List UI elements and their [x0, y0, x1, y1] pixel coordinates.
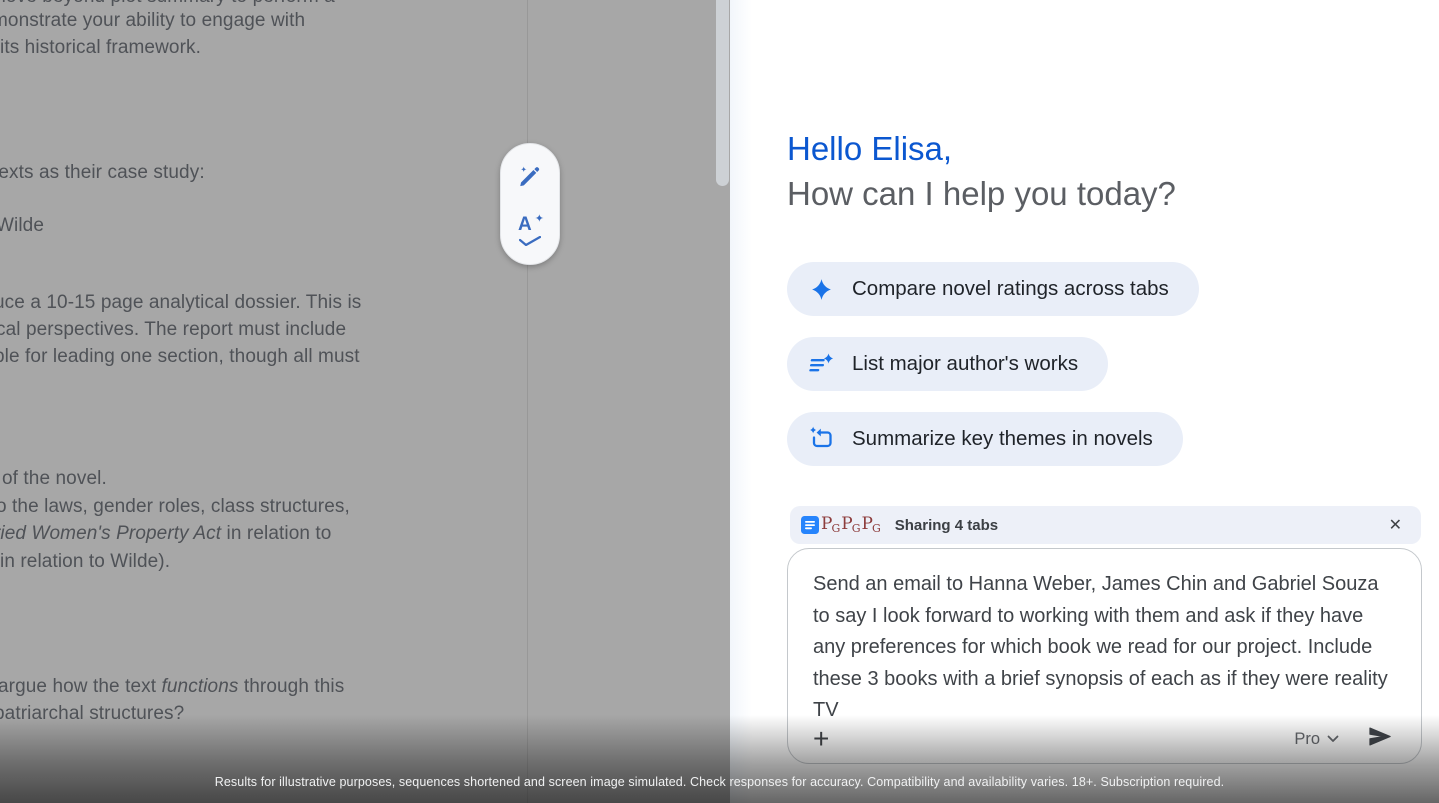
chip-list-author-works[interactable]: List major author's works — [787, 337, 1108, 391]
document-text: in relation to — [221, 523, 331, 544]
disclaimer-text: Results for illustrative purposes, seque… — [0, 775, 1439, 789]
help-me-write-button[interactable] — [513, 161, 547, 195]
document-text-line: cal perspectives. The report must includ… — [0, 319, 346, 341]
sparkle-glyph: ✦ — [535, 212, 544, 225]
model-label: Pro — [1294, 730, 1320, 749]
greeting: Hello Elisa, How can I help you today? — [787, 126, 1176, 216]
scrollbar-thumb[interactable] — [716, 0, 729, 186]
document-text-line: patriarchal structures? — [0, 703, 184, 725]
shared-tab-favicons: PG PG PG — [801, 516, 882, 534]
sharing-tabs-bar: PG PG PG Sharing 4 tabs ✕ — [790, 506, 1421, 544]
proofread-button[interactable]: A ✦ — [513, 213, 547, 247]
chip-label: Summarize key themes in novels — [852, 427, 1153, 451]
greeting-question: How can I help you today? — [787, 171, 1176, 216]
document-text-line: Wilde — [0, 215, 44, 237]
prompt-actions: + Pro — [813, 723, 1393, 755]
chip-compare-novel-ratings[interactable]: Compare novel ratings across tabs — [787, 262, 1199, 316]
chip-label: List major author's works — [852, 352, 1078, 376]
add-attachment-button[interactable]: + — [813, 725, 829, 753]
send-icon — [1366, 723, 1393, 755]
chip-label: Compare novel ratings across tabs — [852, 277, 1169, 301]
pencil-sparkle-icon — [517, 163, 543, 194]
project-gutenberg-favicon: PG — [841, 516, 860, 534]
send-button[interactable] — [1366, 723, 1393, 755]
document-text-line: in relation to Wilde). — [0, 551, 170, 573]
document-text-line: texts as their case study: — [0, 162, 205, 184]
sharing-tabs-label: Sharing 4 tabs — [895, 517, 998, 534]
proofread-icon: A ✦ — [517, 217, 543, 243]
proofread-letter: A — [518, 214, 532, 236]
document-text-line: ried Women's Property Act in relation to — [0, 523, 331, 545]
document-text-line: ble for leading one section, though all … — [0, 346, 360, 368]
recap-sparkle-icon — [808, 426, 835, 453]
project-gutenberg-favicon: PG — [862, 516, 881, 534]
suggestion-chips: Compare novel ratings across tabs List m… — [787, 262, 1199, 487]
prompt-text: Send an email to Hanna Weber, James Chin… — [788, 549, 1421, 727]
sparkle-icon — [808, 276, 835, 303]
document-text-line: argue how the text functions through thi… — [0, 676, 344, 698]
google-docs-favicon — [801, 516, 819, 534]
list-sparkle-icon — [808, 351, 835, 378]
document-italic-text: functions — [162, 676, 239, 697]
project-gutenberg-favicon: PG — [821, 516, 840, 534]
document-text-line: o the laws, gender roles, class structur… — [0, 496, 350, 518]
close-icon[interactable]: ✕ — [1385, 511, 1406, 539]
chevron-down-icon — [1327, 730, 1339, 748]
gemini-panel: Hello Elisa, How can I help you today? C… — [730, 0, 1439, 803]
greeting-name: Hello Elisa, — [787, 126, 1176, 171]
document-text-line: move beyond plot summary to perform a — [0, 0, 335, 8]
document-text: through this — [238, 676, 344, 697]
model-selector[interactable]: Pro — [1294, 730, 1339, 749]
document-text-line: its historical framework. — [0, 37, 201, 59]
dimmed-document-background: move beyond plot summary to perform a mo… — [0, 0, 730, 803]
document-italic-text: ried Women's Property Act — [0, 523, 221, 544]
document-edge-divider — [527, 0, 528, 803]
plus-icon: + — [813, 723, 829, 754]
document-text-line: of the novel. — [2, 468, 107, 490]
chip-summarize-themes[interactable]: Summarize key themes in novels — [787, 412, 1183, 466]
document-text-line: monstrate your ability to engage with — [0, 10, 305, 32]
prompt-input[interactable]: Send an email to Hanna Weber, James Chin… — [787, 548, 1422, 764]
document-text-line: uce a 10-15 page analytical dossier. Thi… — [0, 292, 361, 314]
document-text: argue how the text — [0, 676, 162, 697]
writing-tools-toolbar: A ✦ — [500, 143, 560, 265]
